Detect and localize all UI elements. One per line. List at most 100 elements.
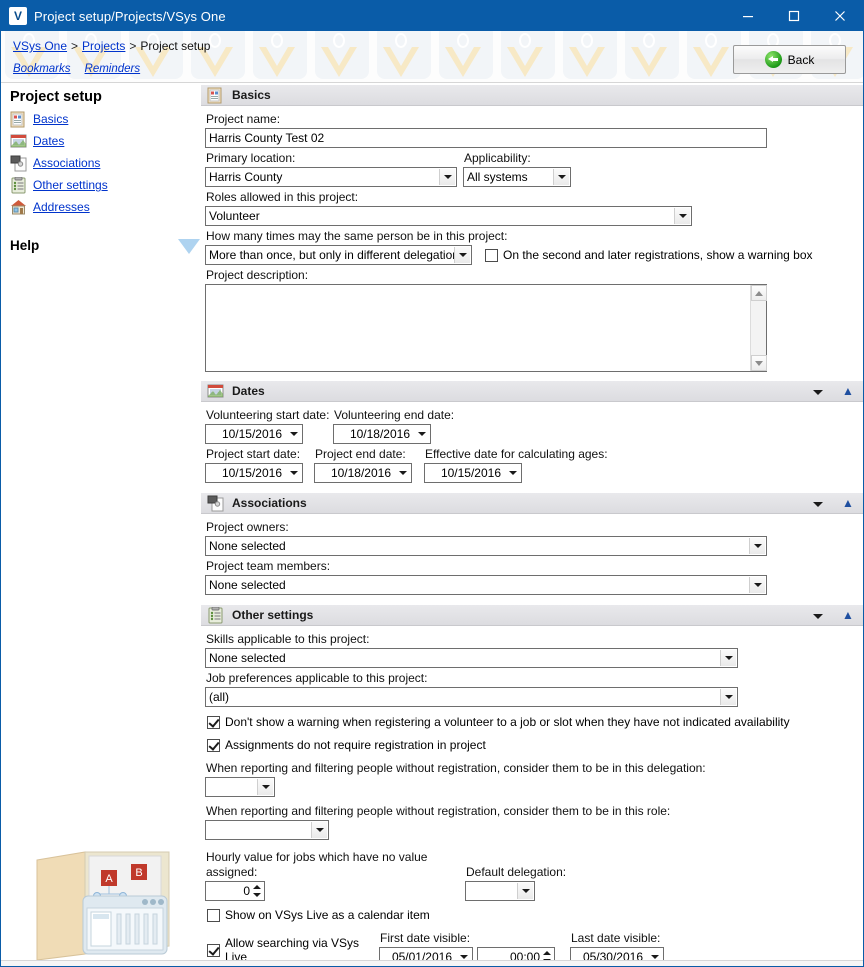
chevron-down-icon[interactable] xyxy=(651,955,659,959)
vsys-logo-icon: V xyxy=(9,7,27,25)
section-header-associations[interactable]: Associations ▲ xyxy=(201,492,864,514)
project-team-members-select[interactable]: None selected xyxy=(205,575,767,595)
breadcrumb-item-projects[interactable]: Projects xyxy=(82,39,125,53)
show-on-vsys-live-checkbox[interactable]: Show on VSys Live as a calendar item xyxy=(207,908,864,922)
sidebar-item-dates[interactable]: Dates xyxy=(1,130,201,152)
maximize-icon[interactable] xyxy=(771,1,817,31)
section-header-other-settings[interactable]: Other settings ▲ xyxy=(201,604,864,626)
job-preferences-value: (all) xyxy=(209,690,229,704)
stepper-up-icon[interactable] xyxy=(253,885,261,889)
project-team-members-value: None selected xyxy=(209,578,286,592)
section-body-dates: Volunteering start date: 10/15/2016 Volu… xyxy=(201,402,864,485)
minimize-icon[interactable] xyxy=(725,1,771,31)
chevron-down-icon[interactable] xyxy=(749,538,765,554)
caret-down-icon[interactable] xyxy=(813,614,823,619)
sidebar-item-associations[interactable]: Associations xyxy=(1,152,201,174)
breadcrumb-item-vsys-one[interactable]: VSys One xyxy=(13,39,67,53)
no-availability-warning-checkbox[interactable]: Don't show a warning when registering a … xyxy=(207,715,864,729)
sidebar: Project setup Basics xyxy=(1,84,201,967)
sidebar-item-basics[interactable]: Basics xyxy=(1,108,201,130)
chevron-down-icon[interactable] xyxy=(178,239,200,254)
volunteering-start-date[interactable]: 10/15/2016 xyxy=(205,424,303,444)
project-end-date[interactable]: 10/18/2016 xyxy=(314,463,412,483)
sidebar-item-other-settings[interactable]: Other settings xyxy=(1,174,201,196)
clipboard-icon xyxy=(10,177,27,194)
window-title: Project setup/Projects/VSys One xyxy=(34,9,226,24)
sidebar-item-label[interactable]: Addresses xyxy=(33,200,90,214)
help-section-header[interactable]: Help xyxy=(10,238,201,253)
project-owners-select[interactable]: None selected xyxy=(205,536,767,556)
caret-down-icon[interactable] xyxy=(813,390,823,395)
chevron-down-icon[interactable] xyxy=(311,822,327,838)
effective-age-date[interactable]: 10/15/2016 xyxy=(424,463,522,483)
chevron-down-icon[interactable] xyxy=(553,169,569,185)
calendar-icon xyxy=(207,383,224,400)
project-name-input[interactable]: Harris County Test 02 xyxy=(205,128,767,148)
how-many-times-select[interactable]: More than once, but only in different de… xyxy=(205,245,472,265)
assignments-no-registration-checkbox[interactable]: Assignments do not require registration … xyxy=(207,738,864,752)
primary-location-select[interactable]: Harris County xyxy=(205,167,457,187)
checkbox-icon[interactable] xyxy=(207,909,220,922)
sidebar-item-addresses[interactable]: Addresses xyxy=(1,196,201,218)
chevron-down-icon[interactable] xyxy=(749,577,765,593)
checkbox-icon[interactable] xyxy=(207,739,220,752)
chevron-down-icon[interactable] xyxy=(460,955,468,959)
section-header-basics[interactable]: Basics xyxy=(201,84,864,106)
scroll-down-icon[interactable] xyxy=(751,355,767,371)
reminders-link[interactable]: Reminders xyxy=(85,63,141,75)
job-preferences-select[interactable]: (all) xyxy=(205,687,738,707)
decorative-folder-image: A B xyxy=(27,842,187,962)
skills-select[interactable]: None selected xyxy=(205,648,738,668)
back-button[interactable]: Back xyxy=(733,45,846,74)
default-delegation-select[interactable] xyxy=(465,881,535,901)
applicability-select[interactable]: All systems xyxy=(463,167,571,187)
chevron-down-icon[interactable] xyxy=(454,247,470,263)
project-description-textarea[interactable] xyxy=(205,284,767,372)
project-start-label: Project start date: xyxy=(206,447,314,462)
roles-allowed-select[interactable]: Volunteer xyxy=(205,206,692,226)
roles-allowed-label: Roles allowed in this project: xyxy=(206,190,864,205)
caret-down-icon[interactable] xyxy=(813,502,823,507)
checkbox-icon[interactable] xyxy=(207,716,220,729)
chevron-down-icon[interactable] xyxy=(674,208,690,224)
chevron-down-icon[interactable] xyxy=(509,471,517,475)
project-start-date[interactable]: 10/15/2016 xyxy=(205,463,303,483)
warning-box-checkbox[interactable]: On the second and later registrations, s… xyxy=(485,248,813,262)
checkbox-icon[interactable] xyxy=(485,249,498,262)
stepper-up-icon[interactable] xyxy=(543,951,551,955)
section-header-dates[interactable]: Dates ▲ xyxy=(201,380,864,402)
volunteering-end-label: Volunteering end date: xyxy=(334,408,454,423)
double-chevron-up-icon[interactable]: ▲ xyxy=(841,385,855,399)
delegation-filter-select[interactable] xyxy=(205,777,275,797)
chevron-down-icon[interactable] xyxy=(399,471,407,475)
project-end-value: 10/18/2016 xyxy=(331,466,391,480)
hourly-value-stepper[interactable]: 0 xyxy=(205,881,265,901)
chevron-down-icon[interactable] xyxy=(257,779,273,795)
checkbox-icon[interactable] xyxy=(207,944,220,957)
sidebar-item-label[interactable]: Dates xyxy=(33,134,64,148)
scroll-up-icon[interactable] xyxy=(751,285,767,301)
stepper-down-icon[interactable] xyxy=(253,893,261,897)
house-icon xyxy=(10,199,27,216)
chevron-down-icon[interactable] xyxy=(290,471,298,475)
main-content: Basics Project name: Harris County Test … xyxy=(201,84,864,967)
chevron-down-icon[interactable] xyxy=(517,883,533,899)
double-chevron-up-icon[interactable]: ▲ xyxy=(841,609,855,623)
sidebar-item-label[interactable]: Associations xyxy=(33,156,100,170)
last-date-visible-label: Last date visible: xyxy=(571,931,664,946)
chevron-down-icon[interactable] xyxy=(290,432,298,436)
scrollbar[interactable] xyxy=(750,285,766,371)
sidebar-item-label[interactable]: Basics xyxy=(33,112,68,126)
chevron-down-icon[interactable] xyxy=(720,650,736,666)
chevron-down-icon[interactable] xyxy=(439,169,455,185)
section-body-associations: Project owners: None selected Project te… xyxy=(201,514,864,597)
role-filter-select[interactable] xyxy=(205,820,329,840)
chevron-down-icon[interactable] xyxy=(720,689,736,705)
sidebar-item-label[interactable]: Other settings xyxy=(33,178,108,192)
bookmarks-link[interactable]: Bookmarks xyxy=(13,63,71,75)
chevron-down-icon[interactable] xyxy=(418,432,426,436)
role-filter-label: When reporting and filtering people with… xyxy=(206,804,864,819)
close-icon[interactable] xyxy=(817,1,863,31)
double-chevron-up-icon[interactable]: ▲ xyxy=(841,497,855,511)
volunteering-end-date[interactable]: 10/18/2016 xyxy=(333,424,431,444)
